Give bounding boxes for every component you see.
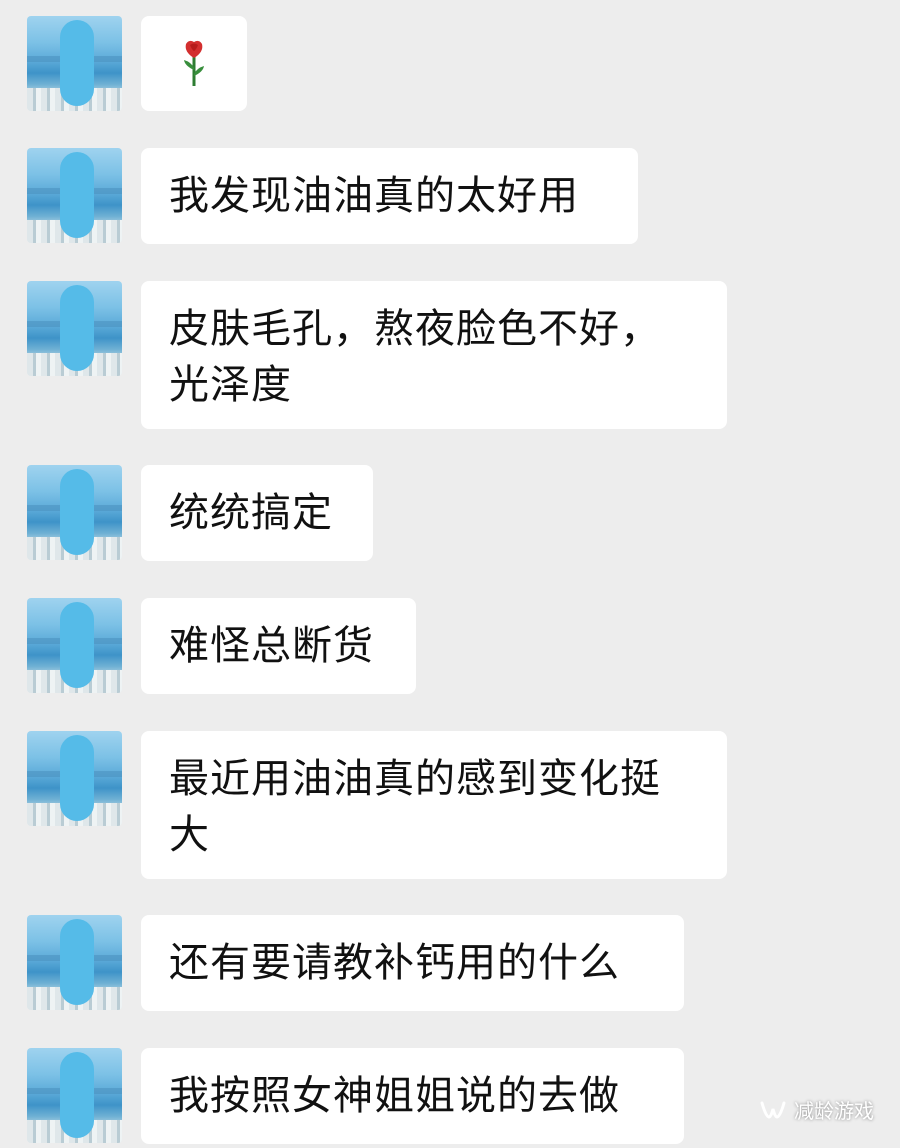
message-bubble[interactable]: 我发现油油真的太好用 [141,148,638,244]
message-bubble[interactable]: 最近用油油真的感到变化挺 大 [141,731,727,879]
sender-avatar[interactable] [27,148,122,243]
sender-avatar[interactable] [27,598,122,693]
message-bubble[interactable]: 还有要请教补钙用的什么 [141,915,684,1011]
sender-avatar[interactable] [27,465,122,560]
message-bubble[interactable]: 难怪总断货 [141,598,416,694]
sender-avatar[interactable] [27,16,122,111]
wechat-channel-icon [760,1101,786,1119]
message-bubble[interactable]: 我按照女神姐姐说的去做 [141,1048,684,1144]
message-bubble[interactable]: 皮肤毛孔，熬夜脸色不好， 光泽度 [141,281,727,429]
sender-avatar[interactable] [27,281,122,376]
sender-avatar[interactable] [27,915,122,1010]
message-bubble[interactable] [141,16,247,111]
watermark-text: 减龄游戏 [794,1099,874,1123]
message-bubble[interactable]: 统统搞定 [141,465,373,561]
sender-avatar[interactable] [27,731,122,826]
watermark: 减龄游戏 [760,1095,874,1124]
sender-avatar[interactable] [27,1048,122,1143]
chat-message-list: 我发现油油真的太好用 皮肤毛孔，熬夜脸色不好， 光泽度 统统搞定 难怪总断货 最… [0,0,900,1148]
rose-icon [184,40,204,86]
